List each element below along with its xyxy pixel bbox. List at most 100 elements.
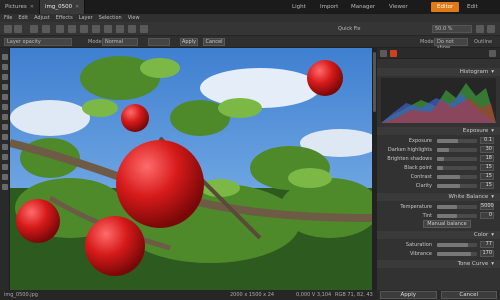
slider-value-field[interactable]: 30 [480,146,494,153]
color-header[interactable]: Color ▾ [377,231,500,239]
undo-icon[interactable] [4,25,12,33]
slider-fill [437,157,445,161]
shape-tool-icon[interactable] [2,144,8,150]
slider-value-field[interactable]: 15 [480,164,494,171]
collapse-icon: ▾ [491,69,494,75]
slider-track[interactable] [437,252,477,256]
slider-value-field[interactable]: 0.1 [480,137,494,144]
slider-track[interactable] [437,148,477,152]
color-icon[interactable] [390,50,397,57]
slider-track[interactable] [437,175,477,179]
eraser-tool-icon[interactable] [2,104,8,110]
zoom-out-icon[interactable] [487,25,495,33]
redo-icon[interactable] [14,25,22,33]
slider-track[interactable] [437,157,477,161]
slider-track[interactable] [437,166,477,170]
flip-icon[interactable] [80,25,88,33]
mode-viewer[interactable]: Viewer [383,2,414,12]
mode-select[interactable]: Normal [102,38,138,46]
menu-file[interactable]: File [4,15,12,21]
crop-icon[interactable] [56,25,64,33]
show-select[interactable]: Do not show [434,38,468,51]
rotate-icon[interactable] [68,25,76,33]
white-balance-header[interactable]: White Balance ▾ [377,193,500,201]
zoom-tool-icon[interactable] [2,174,8,180]
slider-value-field[interactable]: 5000 [480,203,494,210]
eyedropper-tool-icon[interactable] [2,154,8,160]
mode-manager[interactable]: Manager [345,2,381,12]
lasso-tool-icon[interactable] [2,74,8,80]
status-file: img_0500.jpg [4,292,38,298]
slider-value-field[interactable]: 77 [480,241,494,248]
gradient-tool-icon[interactable] [2,124,8,130]
mode-label: Mode [88,39,102,45]
menu-effects[interactable]: Effects [56,15,73,21]
mode-editor[interactable]: Editor [431,2,460,12]
histogram-header[interactable]: Histogram ▾ [377,68,500,76]
mode-light[interactable]: Light [286,2,312,12]
slider-value-field[interactable]: 0 [480,212,494,219]
scroll-thumb[interactable] [373,52,376,112]
tab-pictures[interactable]: Pictures ✕ [0,0,40,14]
slider-row: Black point 15 [377,164,500,172]
menu-view[interactable]: View [128,15,140,21]
apply-button[interactable]: Apply [180,38,198,46]
text-icon[interactable] [104,25,112,33]
clone-tool-icon[interactable] [2,94,8,100]
slider-track[interactable] [437,243,477,247]
layers-icon[interactable] [140,25,148,33]
menu-selection[interactable]: Selection [99,15,122,21]
fill-tool-icon[interactable] [2,114,8,120]
brush-icon[interactable] [116,25,124,33]
slider-track[interactable] [437,205,477,209]
image-canvas[interactable] [10,48,372,290]
status-info: 0,000 V 3,104 [296,292,332,298]
zoom-field[interactable]: 50.0 % [432,25,472,33]
menu-edit[interactable]: Edit [18,15,28,21]
settings-icon[interactable] [489,50,496,57]
layer-opacity-field[interactable]: Layer opacity [4,38,72,46]
develop-icon[interactable] [380,50,387,57]
panel-cancel-button[interactable]: Cancel [440,291,497,299]
select-tool-icon[interactable] [2,54,8,60]
color-icon[interactable] [128,25,136,33]
resize-icon[interactable] [92,25,100,33]
cancel-button[interactable]: Cancel [203,38,225,46]
mode-edit[interactable]: Edit [461,2,484,12]
slider-track[interactable] [437,214,477,218]
manual-balance-button[interactable]: Manual balance [423,220,471,228]
tone-curve-header[interactable]: Tone Curve ▾ [377,260,500,268]
slider-value-field[interactable]: 170 [480,250,494,257]
brush-tool-icon[interactable] [2,84,8,90]
slider-value-field[interactable]: 18 [480,155,494,162]
collapse-icon: ▾ [491,232,494,238]
histogram-title: Histogram [459,69,489,75]
slider-track[interactable] [437,184,477,188]
close-icon[interactable]: ✕ [30,4,34,10]
slider-row: Saturation 77 [377,241,500,249]
slider-label: Clarity [415,183,432,189]
open-icon[interactable] [42,25,50,33]
panel-apply-button[interactable]: Apply [380,291,437,299]
hand-tool-icon[interactable] [2,184,8,190]
save-icon[interactable] [30,25,38,33]
slider-value-field[interactable]: 15 [480,182,494,189]
mode-import[interactable]: Import [314,2,344,12]
zoom-in-icon[interactable] [476,25,484,33]
slider-label: Tint [422,213,432,219]
slider-row: Contrast 15 [377,173,500,181]
slider-value-field[interactable]: 15 [480,173,494,180]
redeye-tool-icon[interactable] [2,164,8,170]
close-icon[interactable]: ✕ [75,4,79,10]
tab-image[interactable]: img_0500 ✕ [39,0,86,14]
move-tool-icon[interactable] [2,64,8,70]
slider-track[interactable] [437,139,477,143]
mask-field[interactable] [148,38,170,46]
text-tool-icon[interactable] [2,134,8,140]
quick-fix-label[interactable]: Quick Fix [338,26,361,32]
exposure-header[interactable]: Exposure ▾ [377,127,500,135]
outline-checkbox[interactable]: Outline [474,39,492,45]
menu-adjust[interactable]: Adjust [34,15,50,21]
menu-layer[interactable]: Layer [79,15,93,21]
slider-row: Brighten shadows 18 [377,155,500,163]
